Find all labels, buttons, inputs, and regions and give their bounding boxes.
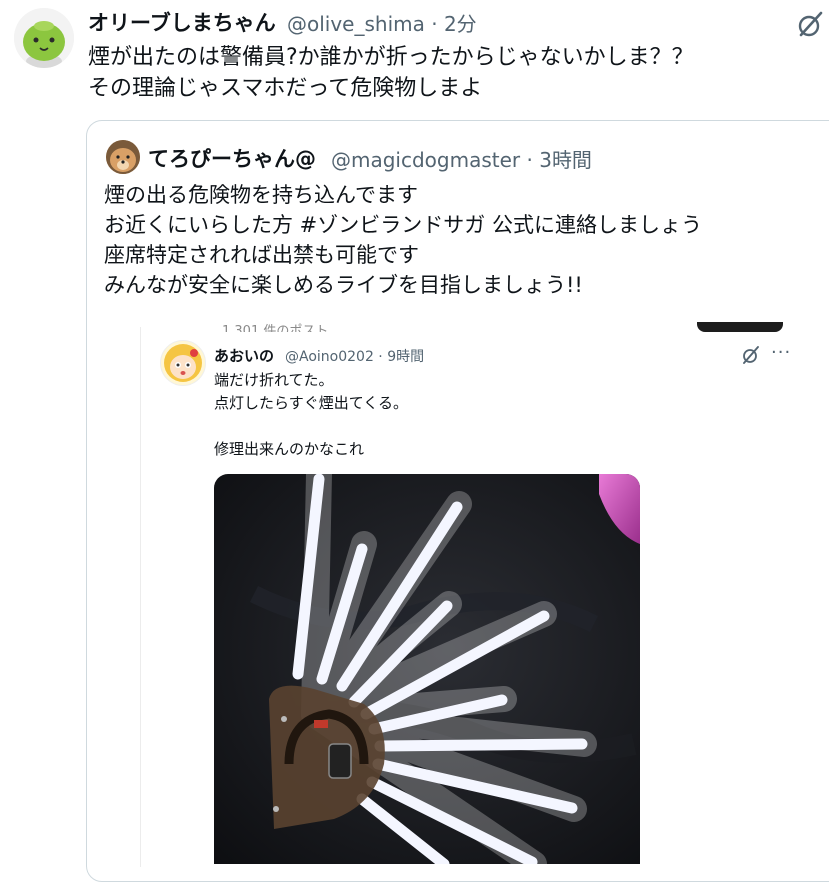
quoted-line: 煙の出る危険物を持ち込んでます [104, 183, 418, 207]
more-icon: ··· [771, 342, 792, 363]
display-name[interactable]: オリーブしまちゃん [88, 7, 276, 37]
handle-and-time[interactable]: @olive_shima · 2分 [287, 8, 477, 37]
quoted-line: 座席特定されれば出禁も可能です [104, 243, 419, 267]
screenshot-tweet-text: 端だけ折れてた。 点灯したらすぐ煙出てくる。 修理出来んのかなこれ [214, 369, 408, 461]
tweet-line: その理論じゃスマホだって危険物しまよ [88, 76, 483, 101]
anime-character-avatar [160, 340, 206, 386]
screenshot-line [214, 415, 408, 438]
screenshot-line: 端だけ折れてた。 [214, 371, 334, 389]
quoted-display-name[interactable]: てろぴーちゃん@ [148, 143, 316, 173]
quoted-line: お近くにいらした方 #ゾンビランドサガ 公式に連絡しましょう [104, 213, 702, 237]
screenshot-line: 点灯したらすぐ煙出てくる。 [214, 394, 408, 412]
screenshot-handle-and-time: @Aoino0202 · 9時間 [285, 349, 425, 365]
quoted-line: みんなが安全に楽しめるライブを目指しましょう!! [104, 273, 583, 297]
screenshot-line: 修理出来んのかなこれ [214, 440, 365, 458]
tweet-text: 煙が出たのは警備員?か誰かが折ったからじゃないかしま？？ その理論じゃスマホだっ… [88, 42, 694, 104]
quoted-handle-and-time[interactable]: @magicdogmaster · 3時間 [331, 144, 592, 173]
cut-off-button [697, 322, 783, 332]
grok-icon [741, 345, 761, 365]
screenshot-display-name: あおいの [214, 347, 275, 365]
quoted-tweet-text: 煙の出る危険物を持ち込んでます お近くにいらした方 #ゾンビランドサガ 公式に連… [104, 180, 702, 300]
dog-avatar[interactable] [106, 140, 140, 174]
cut-off-post-count: 1,301 件のポスト [222, 324, 329, 332]
olive-mascot-avatar[interactable] [14, 8, 74, 68]
led-fan-light-photo [214, 474, 640, 864]
tweet-line: 煙が出たのは警備員?か誰かが折ったからじゃないかしま？？ [88, 45, 694, 70]
grok-icon[interactable] [795, 10, 825, 40]
